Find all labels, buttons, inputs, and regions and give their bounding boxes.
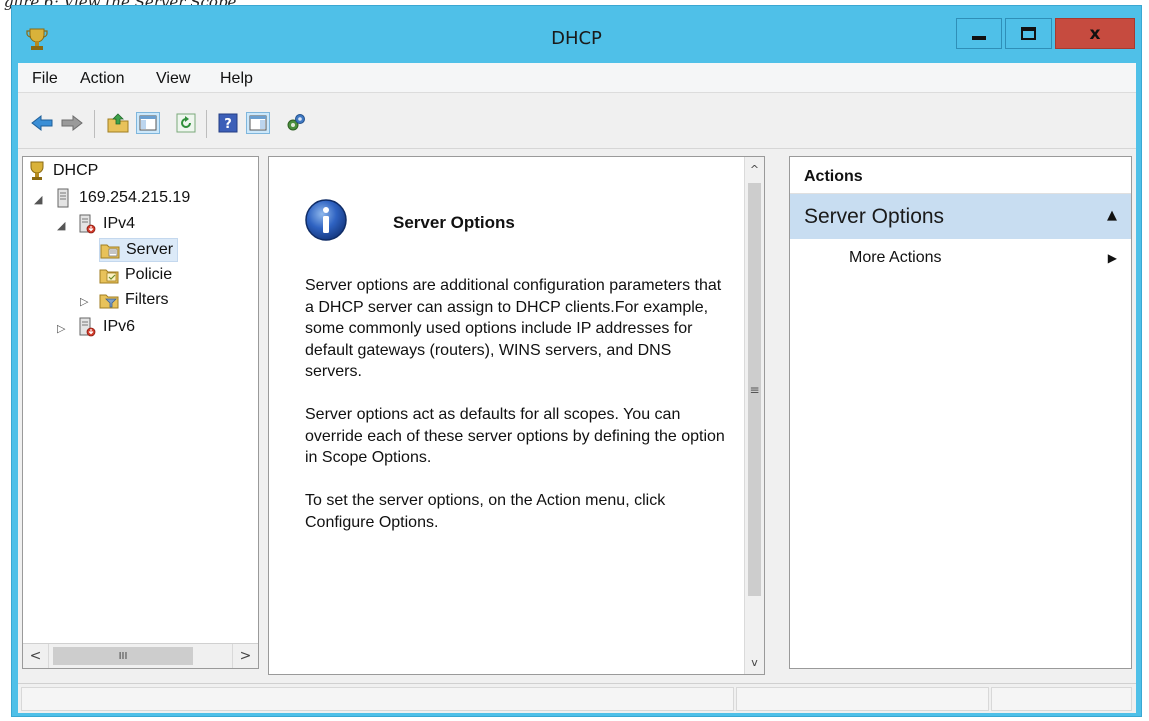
- status-cell: [991, 687, 1132, 711]
- tree-item-policies[interactable]: Policie: [99, 263, 172, 287]
- actions-section-server-options[interactable]: Server Options ▲: [790, 194, 1131, 239]
- up-one-level-button[interactable]: [106, 112, 130, 134]
- tree-item-label: IPv6: [103, 318, 136, 335]
- content-description: Server options are additional configurat…: [305, 275, 725, 555]
- grip-icon: ≡: [749, 382, 760, 397]
- chevron-up-icon: ^: [749, 162, 760, 176]
- actions-pane: Actions Server Options ▲ More Actions ▶: [789, 156, 1132, 669]
- ipv6-icon: [79, 317, 96, 337]
- toolbar-separator: [206, 110, 207, 138]
- chevron-left-icon: <: [29, 648, 42, 664]
- status-bar: [18, 683, 1136, 713]
- collapse-up-icon[interactable]: ▲: [1107, 208, 1117, 223]
- collapse-triangle-icon[interactable]: ◢: [34, 193, 42, 206]
- chevron-down-icon: v: [751, 655, 758, 669]
- console-tree: DHCP ◢ 169.254.215.19 ◢ IPv4 Server Poli…: [22, 156, 259, 669]
- menu-file[interactable]: File: [32, 70, 58, 88]
- expand-triangle-icon[interactable]: ▷: [80, 295, 88, 308]
- content-paragraph: Server options are additional configurat…: [305, 277, 722, 380]
- tree-item-server[interactable]: 169.254.215.19: [53, 186, 190, 210]
- show-hide-console-tree-button[interactable]: [136, 112, 160, 134]
- show-hide-console-tree-icon: [139, 115, 157, 131]
- tree-item-ipv4[interactable]: IPv4: [77, 212, 135, 236]
- scrollbar-thumb[interactable]: ≡: [748, 183, 761, 596]
- title-bar[interactable]: DHCP x: [12, 6, 1141, 63]
- tree-horizontal-scrollbar[interactable]: < III >: [23, 643, 258, 668]
- forward-button[interactable]: [60, 112, 84, 134]
- actions-header-label: Actions: [804, 168, 863, 185]
- refresh-icon: [176, 113, 196, 133]
- maximize-icon: [1021, 27, 1036, 40]
- toolbar-separator: [94, 110, 95, 138]
- configure-options-button[interactable]: [284, 112, 308, 134]
- help-icon: ?: [218, 113, 238, 133]
- scroll-right-button[interactable]: >: [232, 644, 258, 668]
- svg-text:?: ?: [224, 117, 232, 132]
- menu-action[interactable]: Action: [80, 70, 124, 88]
- chevron-right-icon: >: [239, 648, 252, 664]
- show-hide-action-pane-icon: [249, 115, 267, 131]
- panes-area: DHCP ◢ 169.254.215.19 ◢ IPv4 Server Poli…: [18, 150, 1136, 680]
- tree-item-filters[interactable]: Filters: [99, 288, 169, 312]
- server-icon: [57, 188, 69, 208]
- server-options-icon: [100, 244, 120, 259]
- scroll-left-button[interactable]: <: [23, 644, 49, 668]
- collapse-triangle-icon[interactable]: ◢: [57, 219, 65, 232]
- close-button[interactable]: x: [1055, 18, 1135, 49]
- tree-item-server-options[interactable]: Server: [99, 238, 179, 262]
- tree-item-dhcp[interactable]: DHCP: [27, 159, 98, 183]
- menu-bar: File Action View Help: [18, 63, 1136, 93]
- status-cell: [21, 687, 734, 711]
- configure-options-icon: [287, 114, 305, 131]
- minimize-button[interactable]: [956, 18, 1002, 49]
- content-vertical-scrollbar[interactable]: ^ ≡ v: [744, 157, 764, 674]
- status-cell: [736, 687, 989, 711]
- help-button[interactable]: ?: [216, 112, 240, 134]
- close-icon: x: [1089, 23, 1101, 44]
- tree-item-label: Filters: [125, 291, 169, 308]
- submenu-arrow-icon: ▶: [1107, 251, 1117, 265]
- back-button[interactable]: [30, 112, 54, 134]
- policies-icon: [99, 269, 119, 284]
- dhcp-trophy-icon: [30, 161, 44, 180]
- back-arrow-icon: [31, 114, 53, 132]
- toolbar: ?: [18, 94, 1136, 149]
- actions-item-more-actions[interactable]: More Actions ▶: [790, 246, 1131, 272]
- content-title: Server Options: [393, 213, 515, 232]
- tree-item-ipv6[interactable]: IPv6: [77, 315, 135, 339]
- up-folder-icon: [107, 113, 129, 133]
- tree-item-label: 169.254.215.19: [79, 189, 191, 206]
- tree-item-label: IPv4: [103, 215, 136, 232]
- info-icon: [305, 199, 347, 241]
- content-paragraph: To set the server options, on the Action…: [305, 492, 666, 531]
- maximize-button[interactable]: [1005, 18, 1052, 49]
- show-hide-action-pane-button[interactable]: [246, 112, 270, 134]
- client-area: File Action View Help ? DHCP ◢ 169.254.2…: [18, 63, 1136, 713]
- actions-section-label: Server Options: [804, 205, 945, 228]
- tree-item-label: Policie: [125, 266, 173, 283]
- actions-header: Actions: [790, 157, 1131, 194]
- expand-triangle-icon[interactable]: ▷: [57, 322, 65, 335]
- actions-item-label: More Actions: [849, 249, 942, 266]
- tree-item-label: Server: [126, 241, 174, 258]
- ipv4-icon: [79, 214, 96, 234]
- scroll-down-button[interactable]: v: [745, 651, 764, 673]
- forward-arrow-icon: [61, 114, 83, 132]
- filters-icon: [99, 294, 119, 309]
- menu-view[interactable]: View: [156, 70, 190, 88]
- content-paragraph: Server options act as defaults for all s…: [305, 406, 725, 466]
- results-pane: Server Options Server options are additi…: [268, 156, 765, 675]
- tree-item-label: DHCP: [53, 162, 99, 179]
- menu-help[interactable]: Help: [220, 70, 253, 88]
- scroll-up-button[interactable]: ^: [745, 158, 764, 180]
- dhcp-window: DHCP x File Action View Help ? DHCP ◢ 16…: [11, 5, 1142, 717]
- grip-icon: III: [118, 650, 128, 662]
- scrollbar-thumb[interactable]: III: [53, 647, 193, 665]
- minimize-icon: [972, 35, 986, 40]
- refresh-button[interactable]: [174, 112, 198, 134]
